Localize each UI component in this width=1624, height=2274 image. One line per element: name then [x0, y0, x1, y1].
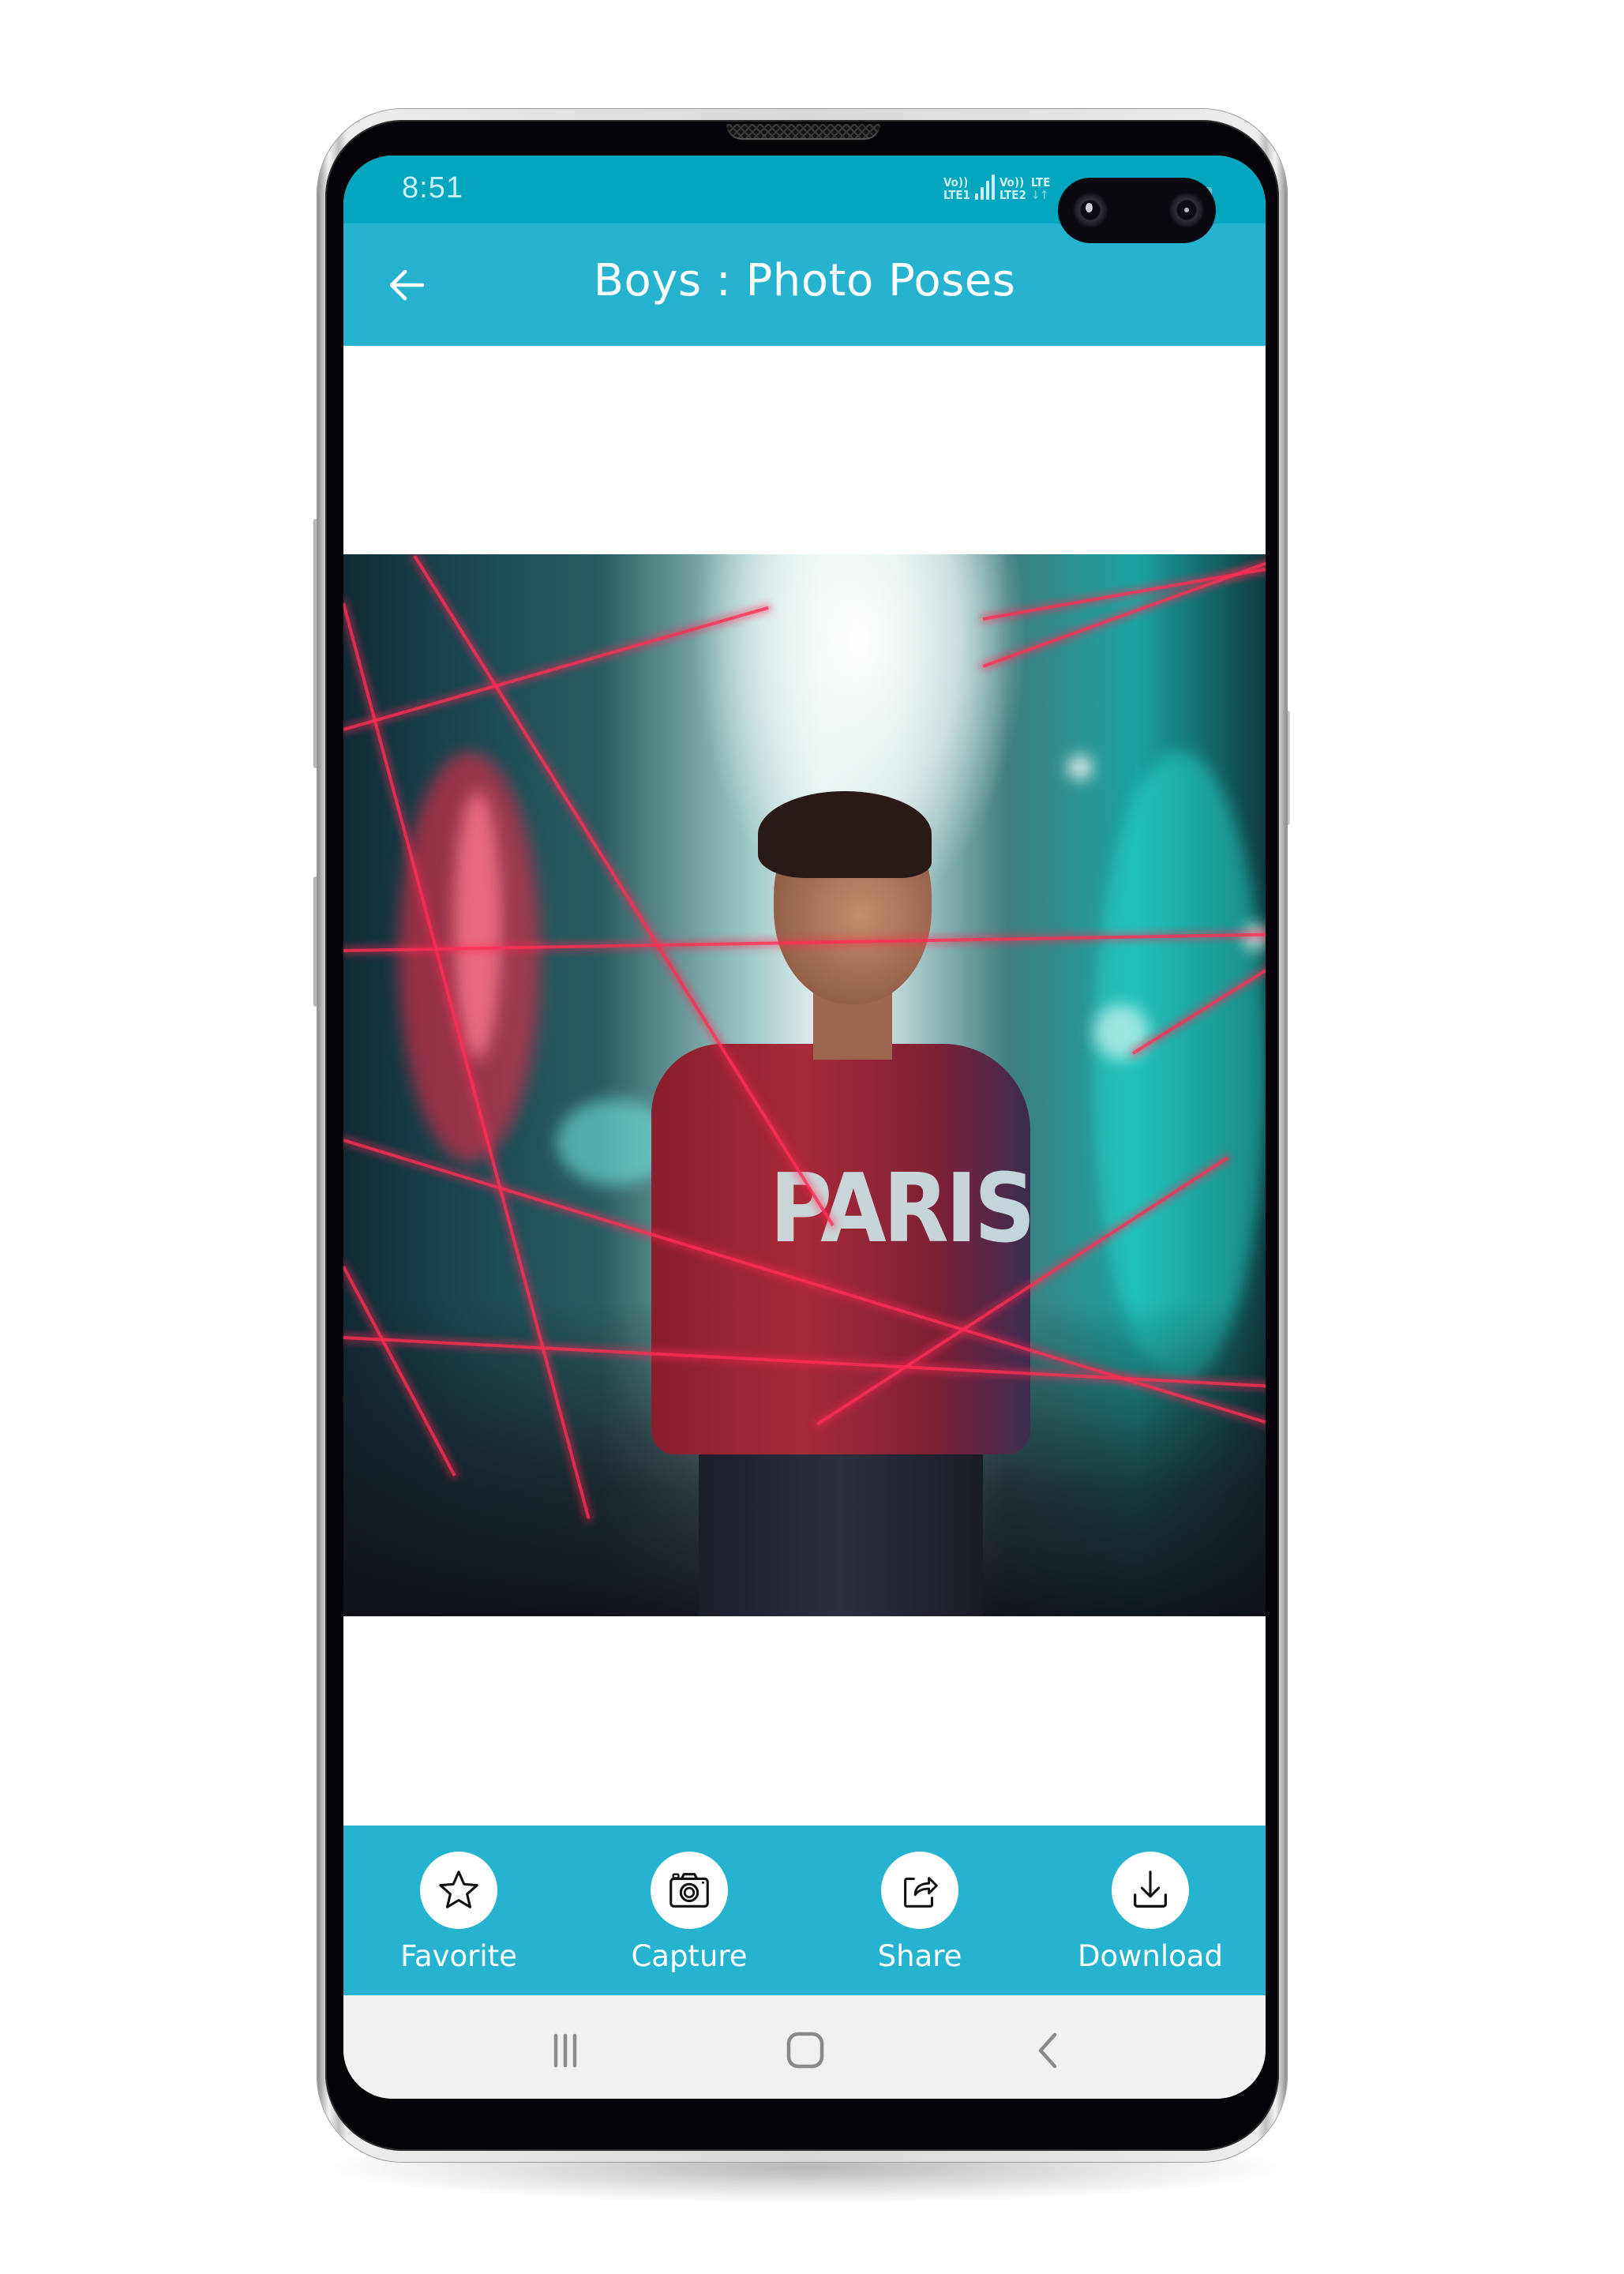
- capture-label: Capture: [631, 1939, 748, 1973]
- recents-button[interactable]: [538, 2027, 593, 2074]
- page-title: Boys : Photo Poses: [593, 255, 1016, 306]
- capture-icon-circle: [651, 1852, 728, 1929]
- signal-indicators: Vo)) LTE1 Vo)) LTE2 LTE ↓↑: [943, 174, 1050, 201]
- earpiece-speaker: [726, 124, 880, 140]
- system-nav-bar: [343, 1995, 1266, 2099]
- share-icon-circle: [881, 1852, 958, 1929]
- data-activity-icon: ↓↑: [1030, 188, 1049, 202]
- share-icon: [904, 1877, 938, 1908]
- favorite-button[interactable]: Favorite: [343, 1826, 574, 1995]
- download-label: Download: [1078, 1939, 1223, 1973]
- sim1-lte-label: LTE1: [943, 188, 970, 202]
- favorite-icon-circle: [420, 1852, 497, 1929]
- share-button[interactable]: Share: [804, 1826, 1035, 1995]
- action-bar: Favorite Capture Share Download: [343, 1826, 1266, 1995]
- sim1-volte-label: Vo)): [943, 175, 969, 190]
- camera-lens-icon: [1168, 192, 1205, 228]
- recents-icon: [553, 2033, 577, 2068]
- download-icon-circle: [1112, 1852, 1189, 1929]
- download-icon: [1134, 1871, 1167, 1908]
- sim1-volte-icon: Vo)) LTE1: [943, 176, 970, 201]
- back-chevron-icon: [1038, 2032, 1057, 2069]
- network-type-label: LTE: [1030, 175, 1051, 190]
- camera-lens-icon: [1072, 192, 1108, 228]
- status-time: 8:51: [402, 171, 463, 205]
- front-camera-cutout: [1058, 178, 1216, 243]
- content-padding-bottom: [343, 1616, 1266, 1826]
- favorite-label: Favorite: [400, 1939, 517, 1973]
- system-back-button[interactable]: [1019, 2027, 1075, 2074]
- status-bar: 8:51 Vo)) LTE1 Vo)) LTE2 LTE ↓↑: [343, 156, 1266, 243]
- phone-screen: 8:51 Vo)) LTE1 Vo)) LTE2 LTE ↓↑ Boys: P…: [343, 156, 1266, 2099]
- sim2-volte-label: Vo)): [999, 175, 1025, 190]
- sim2-lte-label: LTE2: [999, 188, 1026, 202]
- camera-icon: [669, 1873, 709, 1908]
- person-figure: PARIS: [604, 791, 1046, 1616]
- star-outline-icon: [439, 1871, 478, 1908]
- shirt-print: PARIS: [770, 1154, 1036, 1264]
- download-button[interactable]: Download: [1035, 1826, 1266, 1995]
- content-padding-top: [343, 346, 1266, 554]
- lte-data-icon: LTE ↓↑: [1031, 176, 1051, 201]
- home-icon: [786, 2032, 824, 2069]
- signal-strength-icon: [974, 174, 995, 201]
- home-button[interactable]: [778, 2027, 833, 2074]
- share-label: Share: [877, 1939, 962, 1973]
- capture-button[interactable]: Capture: [574, 1826, 804, 1995]
- sim2-volte-icon: Vo)) LTE2: [1000, 176, 1026, 201]
- pose-photo[interactable]: PARIS: [343, 554, 1266, 1616]
